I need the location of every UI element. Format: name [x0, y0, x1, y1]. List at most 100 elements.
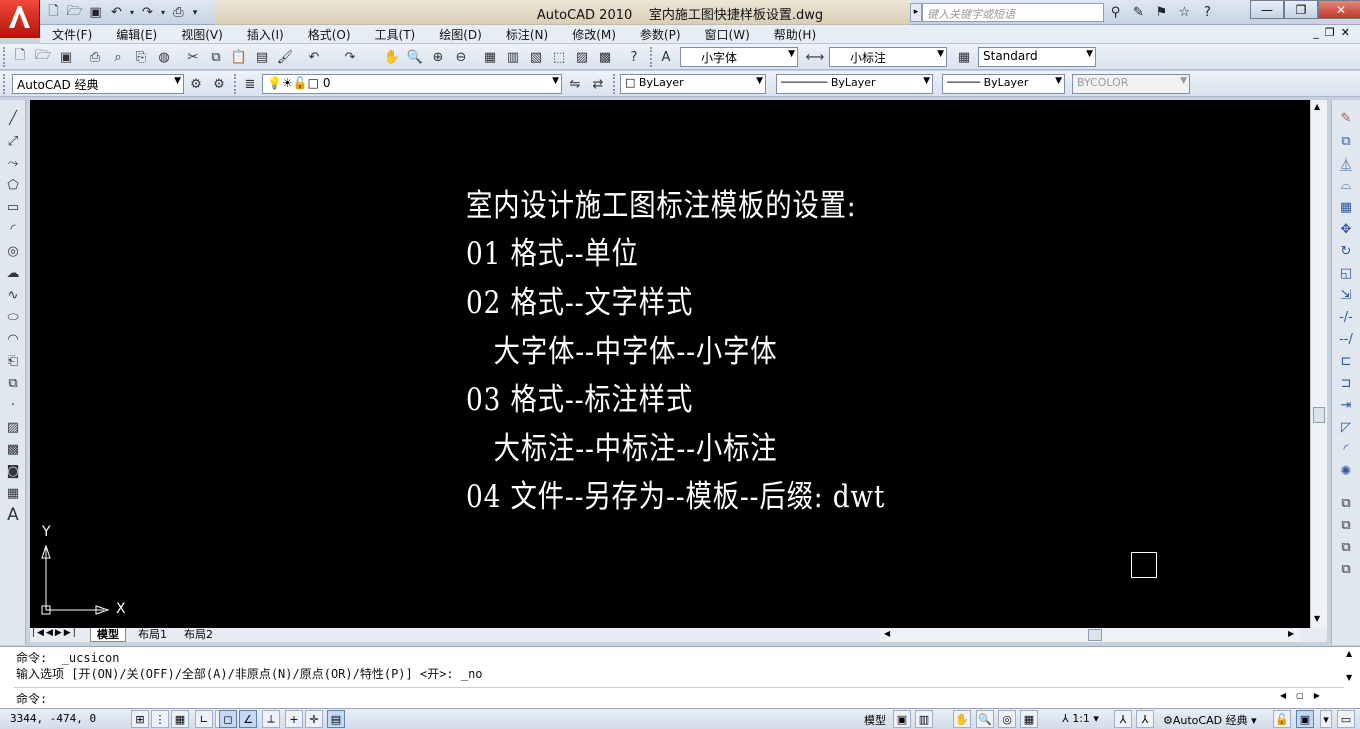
ellipse-icon[interactable]: ⬭ — [3, 307, 23, 327]
horizontal-scroll-thumb[interactable] — [1088, 629, 1102, 641]
pan-status-icon[interactable]: ✋ — [953, 710, 971, 728]
tool-palettes-icon[interactable]: ▧ — [526, 47, 546, 67]
layer-previous-icon[interactable]: ⇄ — [588, 74, 608, 94]
horizontal-scrollbar[interactable]: ◀ ▶ — [880, 628, 1300, 642]
annotation-visibility-icon[interactable]: ⅄ — [1114, 710, 1132, 728]
table-style-select[interactable]: Standard ▼ — [978, 47, 1096, 67]
linetype-control-select[interactable]: ─────── ByLayer ▼ — [776, 74, 933, 94]
otrack-toggle[interactable]: ∠ — [239, 710, 257, 728]
layout-quick-view-icon[interactable]: ▣ — [893, 710, 911, 728]
construction-line-icon[interactable]: ⤢ — [3, 131, 23, 151]
draw-order-above-icon[interactable]: ⧉ — [1336, 537, 1356, 557]
save-icon[interactable]: ▣ — [86, 3, 105, 22]
table-icon[interactable]: ▦ — [3, 483, 23, 503]
close-button[interactable]: ✕ — [1318, 0, 1360, 19]
command-prompt[interactable]: 命令: — [16, 690, 47, 707]
workspace-switch-icon[interactable]: ⚙ — [209, 74, 229, 94]
multiline-text-icon[interactable]: A — [3, 505, 23, 525]
steering-wheel-icon[interactable]: ◎ — [998, 710, 1016, 728]
command-hscroll[interactable]: ◀▢▶ — [1280, 691, 1330, 700]
save-icon[interactable]: ▣ — [56, 47, 76, 67]
clean-screen-icon[interactable]: ▭ — [1337, 710, 1355, 728]
plot-icon[interactable]: ⎙ — [169, 3, 188, 22]
design-center-icon[interactable]: ▥ — [503, 47, 523, 67]
osnap-toggle[interactable]: ◻ — [219, 710, 237, 728]
join-icon[interactable]: ⇥ — [1336, 395, 1356, 415]
showmotion-icon[interactable]: ▦ — [1020, 710, 1038, 728]
command-scroll-down[interactable]: ▼ — [1346, 673, 1352, 682]
fillet-icon[interactable]: ◜ — [1336, 439, 1356, 459]
copy-icon[interactable]: ⧉ — [206, 47, 226, 67]
scroll-right-arrow[interactable]: ▶ — [1288, 629, 1294, 638]
model-space-label[interactable]: 模型 — [864, 712, 886, 728]
layer-lock-icon[interactable]: 🔓 — [293, 76, 308, 90]
coordinate-display[interactable]: 3344, -474, 0 — [10, 712, 96, 725]
zoom-status-icon[interactable]: 🔍 — [976, 710, 994, 728]
help-icon[interactable]: ? — [1198, 3, 1217, 22]
tab-model[interactable]: 模型 — [90, 628, 126, 642]
color-control-select[interactable]: □ ByLayer ▼ — [620, 74, 766, 94]
plot-preview-icon[interactable]: ⌕ — [108, 47, 128, 67]
calculator-icon[interactable]: ▩ — [595, 47, 615, 67]
vertical-scrollbar[interactable]: ▲ ▼ — [1310, 100, 1327, 628]
draw-order-back-icon[interactable]: ⧉ — [1336, 515, 1356, 535]
binoculars-icon[interactable]: ⚲ — [1106, 3, 1125, 22]
publish-icon[interactable]: ⎘ — [131, 47, 151, 67]
make-current-layer-icon[interactable]: ⇋ — [565, 74, 585, 94]
chamfer-icon[interactable]: ◸ — [1336, 417, 1356, 437]
array-icon[interactable]: ▦ — [1336, 197, 1356, 217]
zoom-previous-icon[interactable]: ⊖ — [451, 47, 471, 67]
cut-icon[interactable]: ✂ — [183, 47, 203, 67]
minimize-button[interactable]: — — [1250, 0, 1284, 19]
layer-on-icon[interactable]: 💡 — [267, 76, 282, 90]
menu-parametric[interactable]: 参数(P) — [628, 26, 693, 43]
circle-icon[interactable]: ◎ — [3, 241, 23, 261]
erase-icon[interactable]: ✎ — [1336, 108, 1356, 128]
revision-cloud-icon[interactable]: ☁ — [3, 263, 23, 283]
undo-icon[interactable]: ↶ — [107, 3, 126, 22]
scroll-up-arrow[interactable]: ▲ — [1314, 102, 1320, 111]
grid-toggle[interactable]: ▦ — [171, 710, 189, 728]
open-icon[interactable]: 🗁 — [33, 47, 53, 67]
qnew-icon[interactable]: 🗋 — [10, 47, 30, 67]
copy-object-icon[interactable]: ⧉ — [1336, 131, 1356, 151]
menu-help[interactable]: 帮助(H) — [762, 26, 828, 43]
quick-properties-toggle[interactable]: ▤ — [327, 710, 345, 728]
lineweight-control-select[interactable]: ───── ByLayer ▼ — [942, 74, 1065, 94]
insert-block-icon[interactable]: ⎗ — [3, 351, 23, 371]
redo-icon[interactable]: ↷ — [340, 47, 360, 67]
command-scroll-up[interactable]: ▲ — [1346, 649, 1352, 658]
menu-view[interactable]: 视图(V) — [169, 26, 235, 43]
draw-order-front-icon[interactable]: ⧉ — [1336, 493, 1356, 513]
redo-icon[interactable]: ↷ — [138, 3, 157, 22]
drawing-canvas[interactable]: 室内设计施工图标注模板的设置: 01 格式--单位 02 格式--文字样式 大字… — [30, 100, 1310, 628]
scroll-down-arrow[interactable]: ▼ — [1314, 614, 1320, 623]
menu-format[interactable]: 格式(O) — [296, 26, 363, 43]
menu-window[interactable]: 窗口(W) — [693, 26, 762, 43]
region-icon[interactable]: ◙ — [3, 461, 23, 481]
workspace-settings-icon[interactable]: ⚙ — [186, 74, 206, 94]
status-bar-menu-icon[interactable]: ▾ — [1320, 710, 1332, 728]
zoom-window-icon[interactable]: ⊕ — [428, 47, 448, 67]
rectangle-icon[interactable]: ▭ — [3, 197, 23, 217]
auto-scale-icon[interactable]: ⅄ — [1136, 710, 1154, 728]
rotate-icon[interactable]: ↻ — [1336, 241, 1356, 261]
menu-edit[interactable]: 编辑(E) — [104, 26, 169, 43]
hatch-icon[interactable]: ▨ — [3, 417, 23, 437]
vertical-scroll-thumb[interactable] — [1313, 407, 1325, 423]
subscription-icon[interactable]: ✎ — [1129, 3, 1148, 22]
trim-icon[interactable]: -/- — [1336, 307, 1356, 327]
open-file-icon[interactable]: 🗁 — [65, 3, 84, 22]
menu-modify[interactable]: 修改(M) — [560, 26, 628, 43]
ortho-toggle[interactable]: ∟ — [195, 710, 213, 728]
extend-icon[interactable]: --/ — [1336, 329, 1356, 349]
menu-file[interactable]: 文件(F) — [40, 26, 104, 43]
menu-insert[interactable]: 插入(I) — [235, 26, 296, 43]
pan-icon[interactable]: ✋ — [382, 47, 402, 67]
new-file-icon[interactable]: 🗋 — [44, 3, 63, 22]
paste-block-icon[interactable]: ▤ — [252, 47, 272, 67]
dimension-style-icon[interactable]: ⟷ — [805, 47, 825, 67]
text-style-icon[interactable]: A — [656, 47, 676, 67]
layer-select[interactable]: 💡☀🔓□ 0 ▼ — [262, 74, 562, 94]
communication-icon[interactable]: ⚑ — [1152, 3, 1171, 22]
